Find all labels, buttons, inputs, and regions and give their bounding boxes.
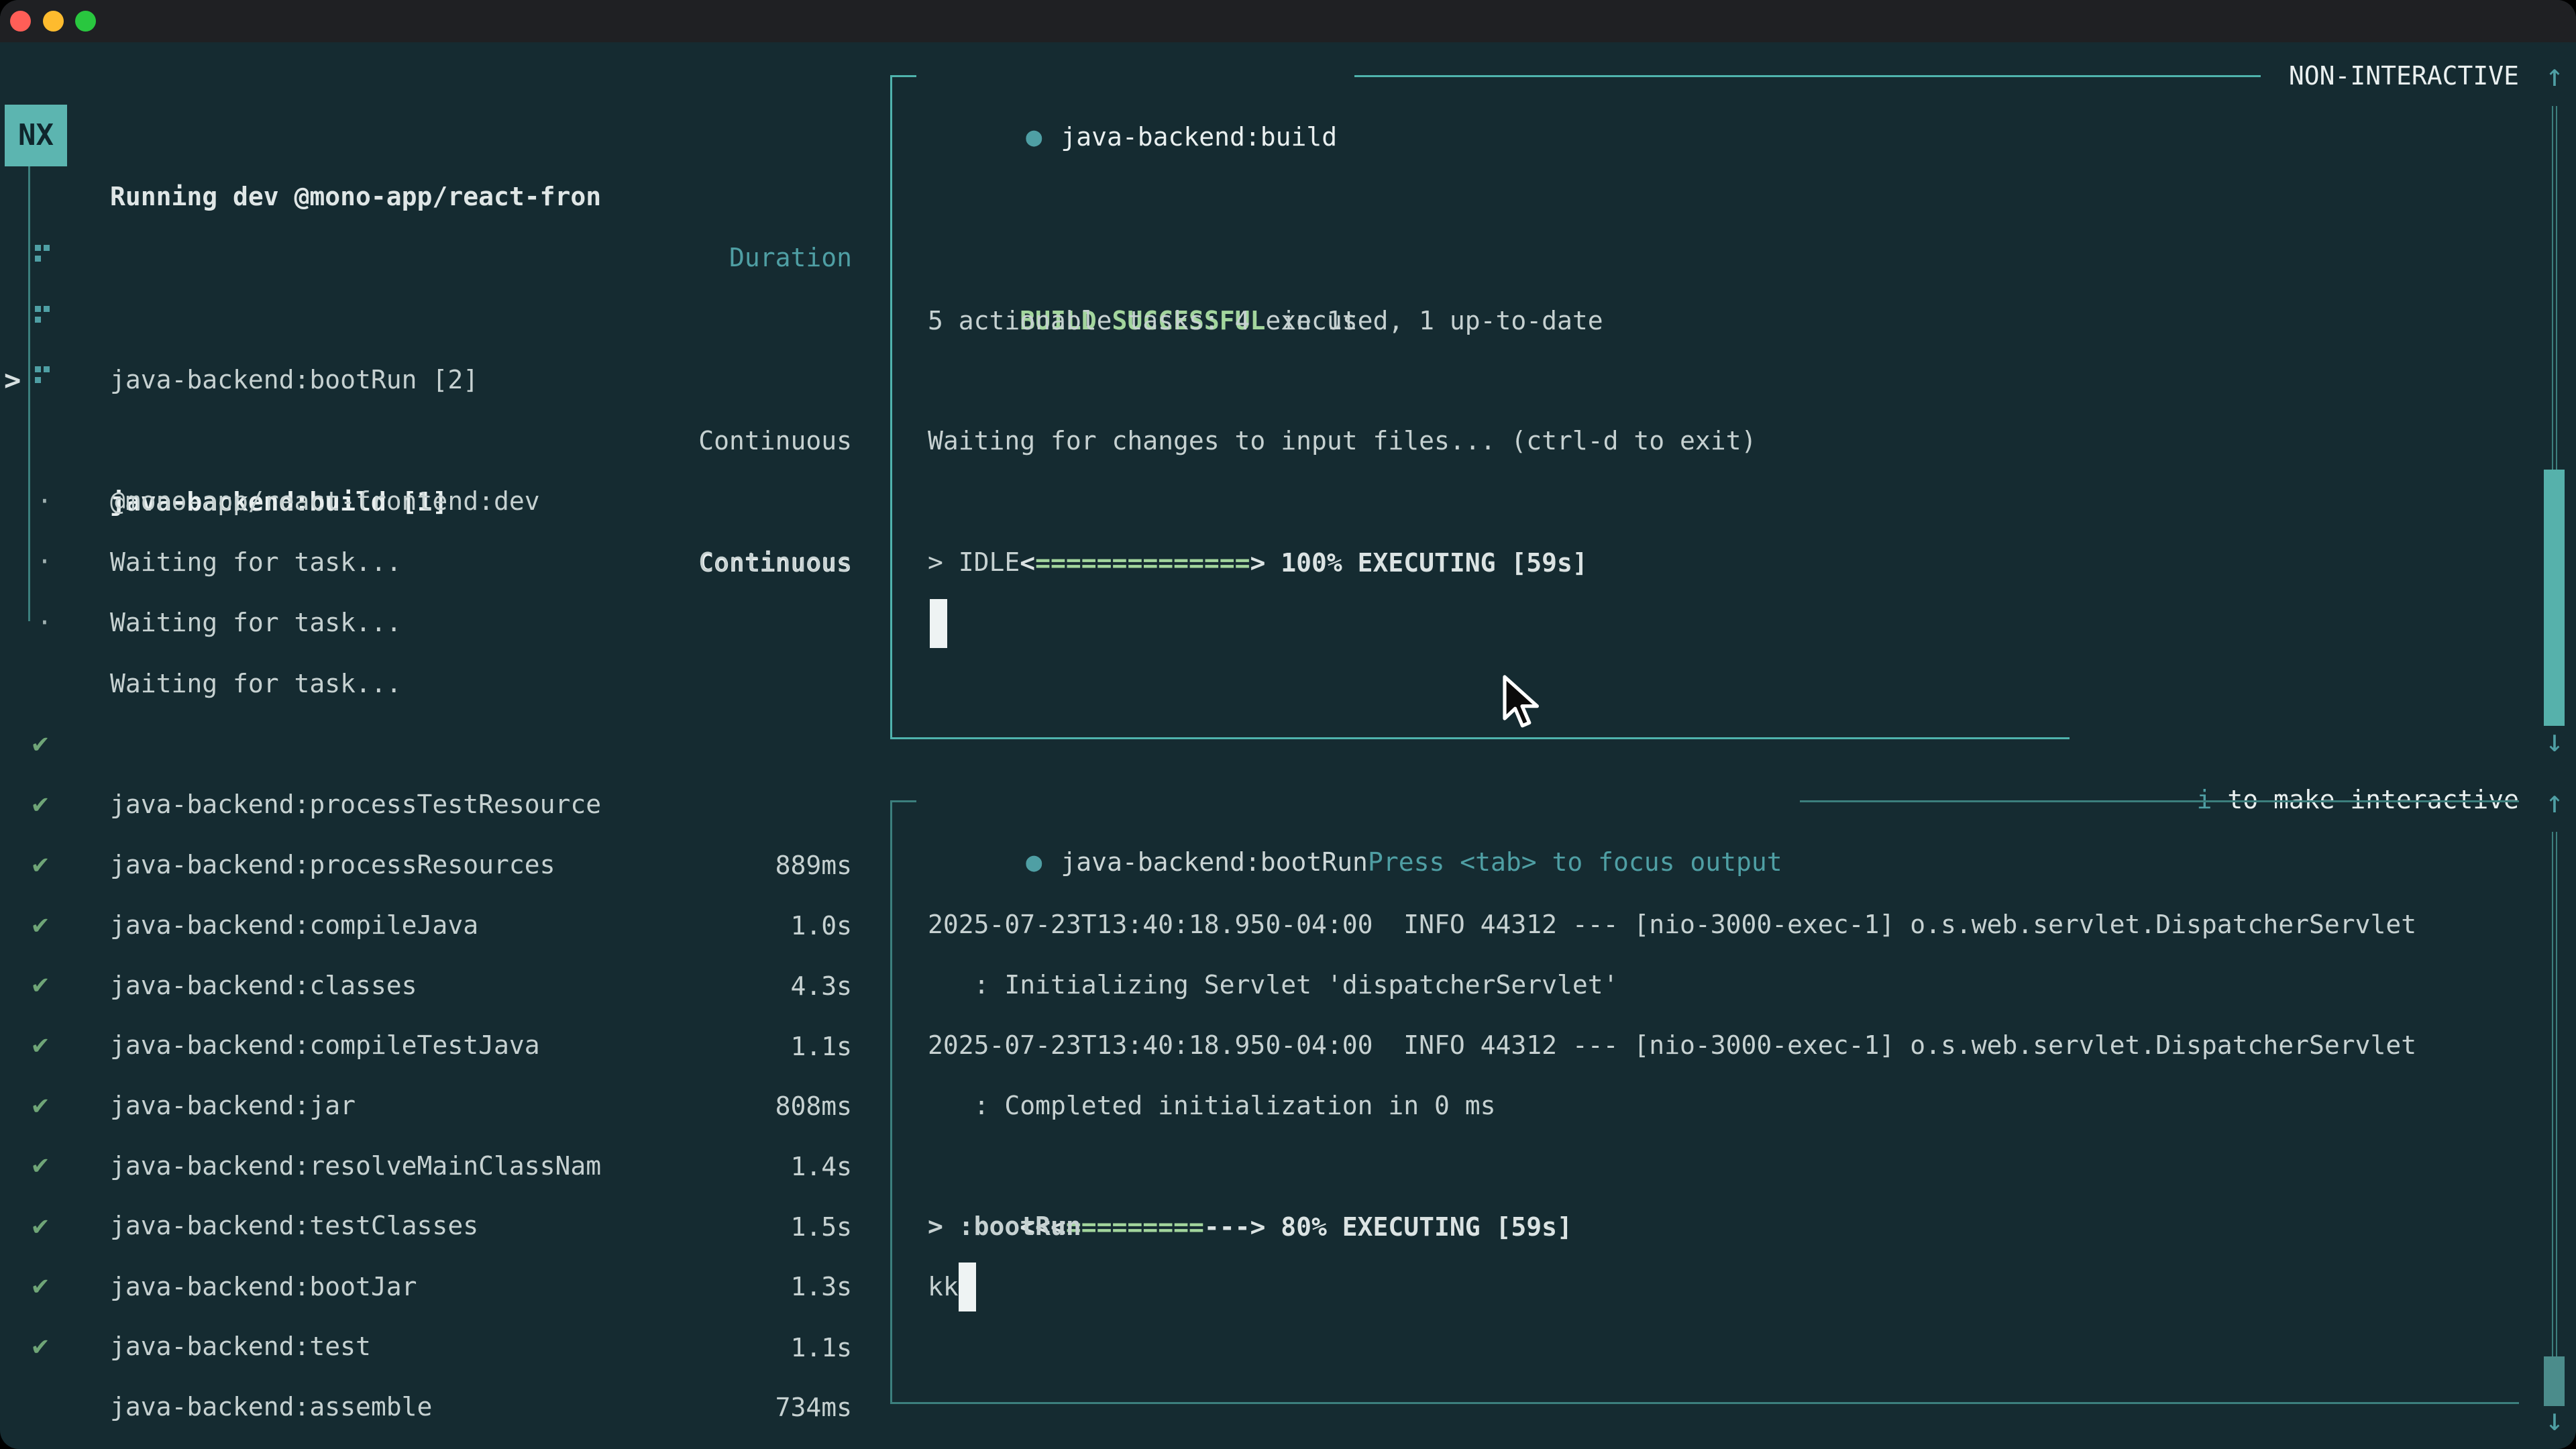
bullet-icon: · [37, 592, 52, 653]
progress-bracket-right: ---> [1204, 1212, 1266, 1242]
bootrun-output-pane[interactable]: ● java-backend:bootRunPress <tab> to focu… [890, 800, 2519, 1404]
progress-bracket-right: > [1250, 548, 1265, 578]
bootrun-pane-header: ●java-backend:bootRunPress <tab> to focu… [916, 771, 1800, 832]
progress-bracket-left: < [1020, 548, 1035, 578]
bootrun-progress-line: <<<=========---> 80% EXECUTING [59s] [928, 1136, 1572, 1197]
scroll-up-icon[interactable]: ↑ [2537, 771, 2572, 833]
current-task-line: > :bootRun [928, 1196, 1081, 1257]
sidebar-item-completed[interactable]: ✔ java-backend:classes 1.1s [0, 833, 890, 894]
sidebar-item-completed[interactable]: ✔ java-backend:processResources 1.0s [0, 712, 890, 773]
scrollbar-track[interactable] [2552, 832, 2557, 1356]
sidebar-item-build-selected[interactable]: > java-backend:build [1] Continuous [0, 288, 890, 350]
spinner-icon [35, 306, 55, 326]
spinner-icon [35, 245, 55, 265]
focus-output-hint: Press <tab> to focus output [1368, 847, 1782, 877]
waiting-changes-line: Waiting for changes to input files... (c… [928, 411, 1756, 472]
progress-label: 80% EXECUTING [59s] [1265, 1212, 1572, 1242]
sidebar-item-completed[interactable]: ✔ java-backend:resolveMainClassNam 1.5s [0, 1014, 890, 1075]
log-line: : Completed initialization in 0 ms [928, 1075, 1495, 1136]
sidebar-item-completed[interactable]: ✔ java-backend:testClasses 1.3s [0, 1073, 890, 1134]
scrollbar-thumb[interactable] [2544, 470, 2565, 726]
interactive-hint: i to make interactive [2070, 708, 2519, 769]
log-line: : Initializing Servlet 'dispatcherServle… [928, 955, 1619, 1016]
task-name: java-backend:test [110, 1316, 371, 1377]
terminal-window: NX Running dev @mono-app/react-fron Dura… [0, 0, 2576, 1449]
progress-label: 100% EXECUTING [59s] [1265, 548, 1587, 578]
sidebar-item-waiting: · Waiting for task... [0, 531, 890, 592]
sidebar-item-completed[interactable]: ✔ java-backend:compileTestJava 808ms [0, 893, 890, 954]
scroll-down-icon[interactable]: ↓ [2537, 1389, 2572, 1449]
log-line: 2025-07-23T13:40:18.950-04:00 INFO 44312… [928, 894, 2416, 955]
bootrun-pane-title: java-backend:bootRun [1061, 847, 1368, 877]
tasks-summary-line: 5 actionable tasks: 4 executed, 1 up-to-… [928, 290, 1603, 352]
sidebar-header: Running dev @mono-app/react-fron Duratio… [0, 105, 890, 166]
title-bar [0, 0, 2576, 42]
sidebar-item-completed[interactable]: ✔ java-backend:bootJar 1.1s [0, 1134, 890, 1195]
build-progress-line: <==============> 100% EXECUTING [59s] [928, 472, 1588, 533]
build-output-pane[interactable]: ●java-backend:build NON-INTERACTIVE BUIL… [890, 75, 2519, 739]
stdin-input-line[interactable]: kk [928, 1256, 959, 1318]
maximize-button[interactable] [75, 11, 96, 32]
scrollbar-track[interactable] [2552, 106, 2557, 470]
terminal-cursor [930, 599, 947, 648]
build-pane-header: ●java-backend:build [916, 46, 1354, 107]
sidebar-item-completed[interactable]: ✔ java-backend:processTestResource 889ms [0, 652, 890, 713]
sidebar-item-completed[interactable]: ✔ java-backend:test 734ms [0, 1194, 890, 1255]
sidebar-item-waiting: · Waiting for task... [0, 410, 890, 471]
log-line: 2025-07-23T13:40:18.950-04:00 INFO 44312… [928, 1015, 2416, 1076]
build-success-line: BUILD SUCCESSFUL in 1s [928, 229, 1358, 290]
sidebar-item-completed[interactable]: ✔ java-backend:jar 1.4s [0, 953, 890, 1014]
task-duration: 774ms [775, 1438, 852, 1449]
terminal-cursor [959, 1263, 976, 1311]
sidebar-item-bootrun[interactable]: java-backend:bootRun [2] Continuous [0, 227, 890, 288]
sidebar-item-completed[interactable]: ✔ java-backend:compileJava 4.3s [0, 773, 890, 834]
task-dot-icon: ● [1026, 121, 1042, 152]
sidebar-item-waiting: · Waiting for task... [0, 470, 890, 531]
mouse-cursor [1501, 674, 1541, 731]
task-duration: 1.1s [790, 1318, 852, 1379]
check-icon: ✔ [32, 1316, 48, 1377]
idle-line: > IDLE [928, 532, 1020, 593]
sidebar-item-frontend-dev[interactable]: @mono-app/react-frontend:dev Continuous [0, 349, 890, 410]
close-button[interactable] [10, 11, 31, 32]
scroll-up-icon[interactable]: ↑ [2537, 45, 2572, 106]
spinner-icon [35, 366, 55, 386]
waiting-label: Waiting for task... [110, 592, 402, 653]
sidebar-footer: ← 1/2 → quit: q help: ? [0, 1375, 890, 1436]
scroll-down-icon[interactable]: ↓ [2537, 710, 2572, 771]
progress-bar-fill: ========= [1066, 1212, 1204, 1242]
non-interactive-badge: NON-INTERACTIVE [2261, 46, 2519, 107]
sidebar-header-title: Running dev @mono-app/react-fron [110, 166, 601, 227]
progress-bar-fill: ============== [1035, 548, 1250, 578]
task-dot-icon: ● [1026, 847, 1042, 877]
minimize-button[interactable] [43, 11, 64, 32]
sidebar-item-completed[interactable]: ✔ java-backend:assemble 774ms [0, 1254, 890, 1316]
build-pane-title: java-backend:build [1061, 122, 1337, 152]
